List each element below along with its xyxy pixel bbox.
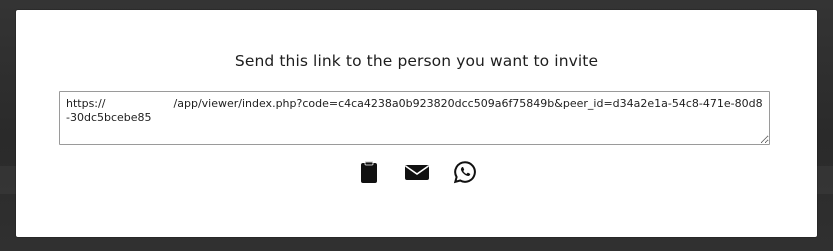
invite-dialog: Send this link to the person you want to… (16, 10, 817, 237)
envelope-icon (404, 165, 429, 180)
whatsapp-icon (453, 161, 476, 184)
share-email-button[interactable] (404, 160, 430, 184)
share-actions (16, 160, 817, 184)
copy-to-clipboard-button[interactable] (356, 160, 382, 184)
dialog-title: Send this link to the person you want to… (234, 52, 599, 70)
invite-link-textarea[interactable] (59, 91, 770, 145)
clipboard-icon (360, 161, 377, 183)
share-whatsapp-button[interactable] (452, 160, 478, 184)
